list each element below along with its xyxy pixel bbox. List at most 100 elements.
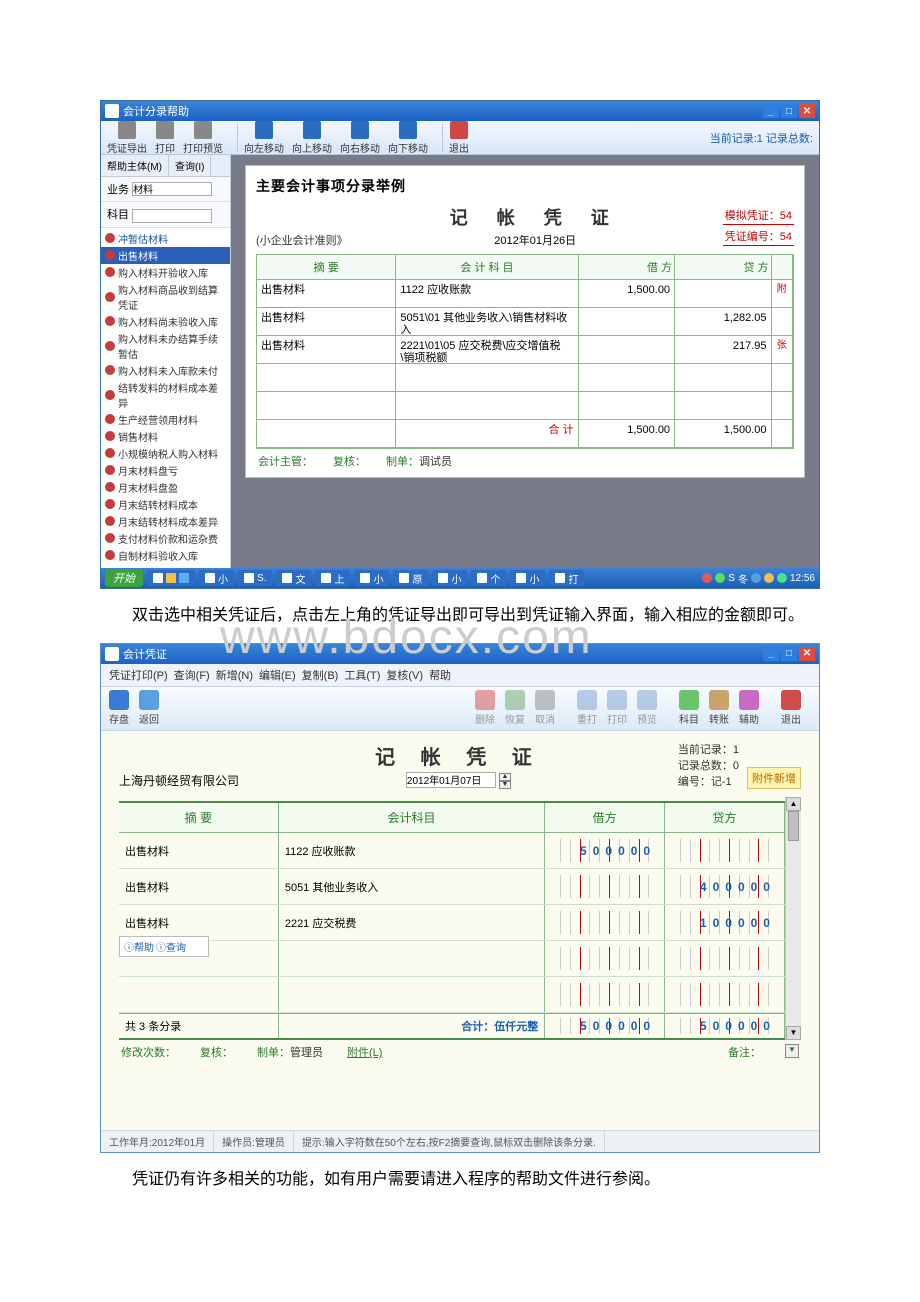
date-up[interactable]: ▲ xyxy=(499,773,511,781)
note-dropdown[interactable]: ▼ xyxy=(785,1044,799,1058)
tree-item[interactable]: 购入材料未办结算手续暂估 xyxy=(101,330,230,362)
aux-button[interactable]: 辅助 xyxy=(739,690,759,726)
export-button[interactable]: 凭证导出 xyxy=(107,121,147,155)
voucher-row[interactable]: 出售材料2221\01\05 应交税费\应交增值税\销项税额217.95张 xyxy=(257,336,793,364)
tree-item[interactable]: 月末结转材料成本差异 xyxy=(101,513,230,530)
delete-button[interactable]: 删除 xyxy=(475,690,495,726)
reprint-button[interactable]: 重打 xyxy=(577,690,597,726)
voucher-row-2[interactable]: 出售材料5051 其他业务收入400000 xyxy=(119,869,785,905)
exit-button-2[interactable]: 退出 xyxy=(781,690,801,726)
taskbar-item[interactable]: S. xyxy=(238,570,272,586)
scroll-down[interactable]: ▼ xyxy=(786,1026,801,1040)
close-button[interactable]: ✕ xyxy=(799,104,815,118)
exit-button[interactable]: 退出 xyxy=(449,121,469,155)
restore-icon xyxy=(505,690,525,710)
undo-button[interactable]: 取消 xyxy=(535,690,555,726)
taskbar-item[interactable]: 小 xyxy=(432,570,467,586)
tree-item[interactable]: 小规模纳税人购入材料 xyxy=(101,445,230,462)
menu-item[interactable]: 帮助 xyxy=(429,670,451,682)
tree-item[interactable]: 月末结转材料成本 xyxy=(101,496,230,513)
move-right-button[interactable]: 向右移动 xyxy=(340,121,380,155)
transfer-button[interactable]: 转账 xyxy=(709,690,729,726)
col-debit: 借 方 xyxy=(579,255,675,280)
date-down[interactable]: ▼ xyxy=(499,781,511,789)
taskbar-item[interactable]: 小 xyxy=(354,570,389,586)
taskbar-item[interactable]: 打 xyxy=(549,570,584,586)
voucher-window: 会计凭证 _ □ ✕ 凭证打印(P)查询(F)新增(N)编辑(E)复制(B)工具… xyxy=(100,643,820,1154)
maximize-button-2[interactable]: □ xyxy=(781,647,797,661)
minimize-button[interactable]: _ xyxy=(763,104,779,118)
toolbar-2: 存盘 返回 删除 恢复 取消 重打 打印 预览 科目 转账 辅助 退出 xyxy=(101,687,819,731)
taskbar-item[interactable]: 文 xyxy=(276,570,311,586)
col-summary: 摘 要 xyxy=(257,255,396,280)
scroll-thumb[interactable] xyxy=(788,811,799,841)
taskbar-item[interactable]: 原 xyxy=(393,570,428,586)
menu-item[interactable]: 复制(B) xyxy=(302,670,339,682)
tree-item[interactable]: 出售材料 xyxy=(101,247,230,264)
menu-item[interactable]: 编辑(E) xyxy=(259,670,296,682)
menu-item[interactable]: 工具(T) xyxy=(344,670,380,682)
tree-item[interactable]: 销售材料 xyxy=(101,428,230,445)
maximize-button[interactable]: □ xyxy=(781,104,797,118)
taskbar-item[interactable]: 上 xyxy=(315,570,350,586)
tree-item[interactable]: 结转发料的材料成本差异 xyxy=(101,379,230,411)
tree-item[interactable]: 月末材料盘亏 xyxy=(101,462,230,479)
attach-button[interactable]: 附件新增 xyxy=(747,767,801,789)
foot-att[interactable]: 附件(L) xyxy=(347,1044,382,1060)
foot-maker-2: 管理员 xyxy=(290,1047,323,1059)
subject-button[interactable]: 科目 xyxy=(679,690,699,726)
quick-launch[interactable] xyxy=(147,570,195,586)
undo-icon xyxy=(535,690,555,710)
print-button[interactable]: 打印 xyxy=(155,121,175,155)
col-subject: 会 计 科 目 xyxy=(396,255,578,280)
menu-item[interactable]: 查询(F) xyxy=(174,670,210,682)
voucher-date-input[interactable] xyxy=(406,772,496,788)
scrollbar[interactable]: ▲ ▼ xyxy=(785,797,801,1040)
save-button[interactable]: 存盘 xyxy=(109,690,129,726)
helper-help[interactable]: ⓘ帮助 xyxy=(124,939,154,954)
tab-help-body[interactable]: 帮助主体(M) xyxy=(101,155,169,176)
scroll-up[interactable]: ▲ xyxy=(786,797,801,811)
print-button-2[interactable]: 打印 xyxy=(607,690,627,726)
arrow-right-icon xyxy=(351,121,369,139)
tree-item[interactable]: 购入材料商品收到结算凭证 xyxy=(101,281,230,313)
tree-item[interactable]: 购入材料未入库款未付 xyxy=(101,362,230,379)
restore-button[interactable]: 恢复 xyxy=(505,690,525,726)
tree-item[interactable]: 购入材料开验收入库 xyxy=(101,264,230,281)
helper-query[interactable]: ⓘ查询 xyxy=(156,939,186,954)
voucher-row[interactable]: 出售材料5051\01 其他业务收入\销售材料收入1,282.05 xyxy=(257,308,793,336)
preview-button[interactable]: 打印预览 xyxy=(183,121,223,155)
minimize-button-2[interactable]: _ xyxy=(763,647,779,661)
move-up-button[interactable]: 向上移动 xyxy=(292,121,332,155)
tab-query[interactable]: 查询(I) xyxy=(169,155,211,176)
close-button-2[interactable]: ✕ xyxy=(799,647,815,661)
window-title: 会计分录帮助 xyxy=(123,103,189,119)
move-left-button[interactable]: 向左移动 xyxy=(244,121,284,155)
tree-item[interactable]: 冲暂估材料 xyxy=(101,230,230,247)
preview-button-2[interactable]: 预览 xyxy=(637,690,657,726)
cur-val: 1 xyxy=(733,744,739,756)
taskbar-item[interactable]: 小 xyxy=(199,570,234,586)
col2-credit: 贷方 xyxy=(665,803,785,832)
subj-input[interactable] xyxy=(132,209,212,223)
menu-item[interactable]: 复核(V) xyxy=(386,670,423,682)
taskbar-item[interactable]: 小 xyxy=(510,570,545,586)
status-tip: 提示:输入字符数在50个左右,按F2摘要查询,鼠标双击删除该条分录. xyxy=(294,1131,605,1152)
move-down-button[interactable]: 向下移动 xyxy=(388,121,428,155)
tree-item[interactable]: 月末材料盘盈 xyxy=(101,479,230,496)
voucher-row[interactable]: 出售材料1122 应收账款1,500.00附 xyxy=(257,280,793,308)
biz-input[interactable] xyxy=(132,182,212,196)
voucher-date: 2012年01月26日 xyxy=(348,232,723,248)
taskbar-item[interactable]: 个 xyxy=(471,570,506,586)
tree-item[interactable]: 支付材料价款和运杂费 xyxy=(101,530,230,547)
tree-item[interactable]: 自制材料验收入库 xyxy=(101,547,230,564)
back-button[interactable]: 返回 xyxy=(139,690,159,726)
voucher-row-2[interactable]: 出售材料1122 应收账款500000 xyxy=(119,833,785,869)
menu-item[interactable]: 新增(N) xyxy=(216,670,253,682)
start-button[interactable]: 开始 xyxy=(105,569,143,587)
tree-item[interactable]: 购入材料尚未验收入库 xyxy=(101,313,230,330)
menu-item[interactable]: 凭证打印(P) xyxy=(109,670,168,682)
app-icon xyxy=(105,104,119,118)
voucher-row-2[interactable]: 出售材料2221 应交税费100000 xyxy=(119,905,785,941)
tree-item[interactable]: 生产经营领用材料 xyxy=(101,411,230,428)
